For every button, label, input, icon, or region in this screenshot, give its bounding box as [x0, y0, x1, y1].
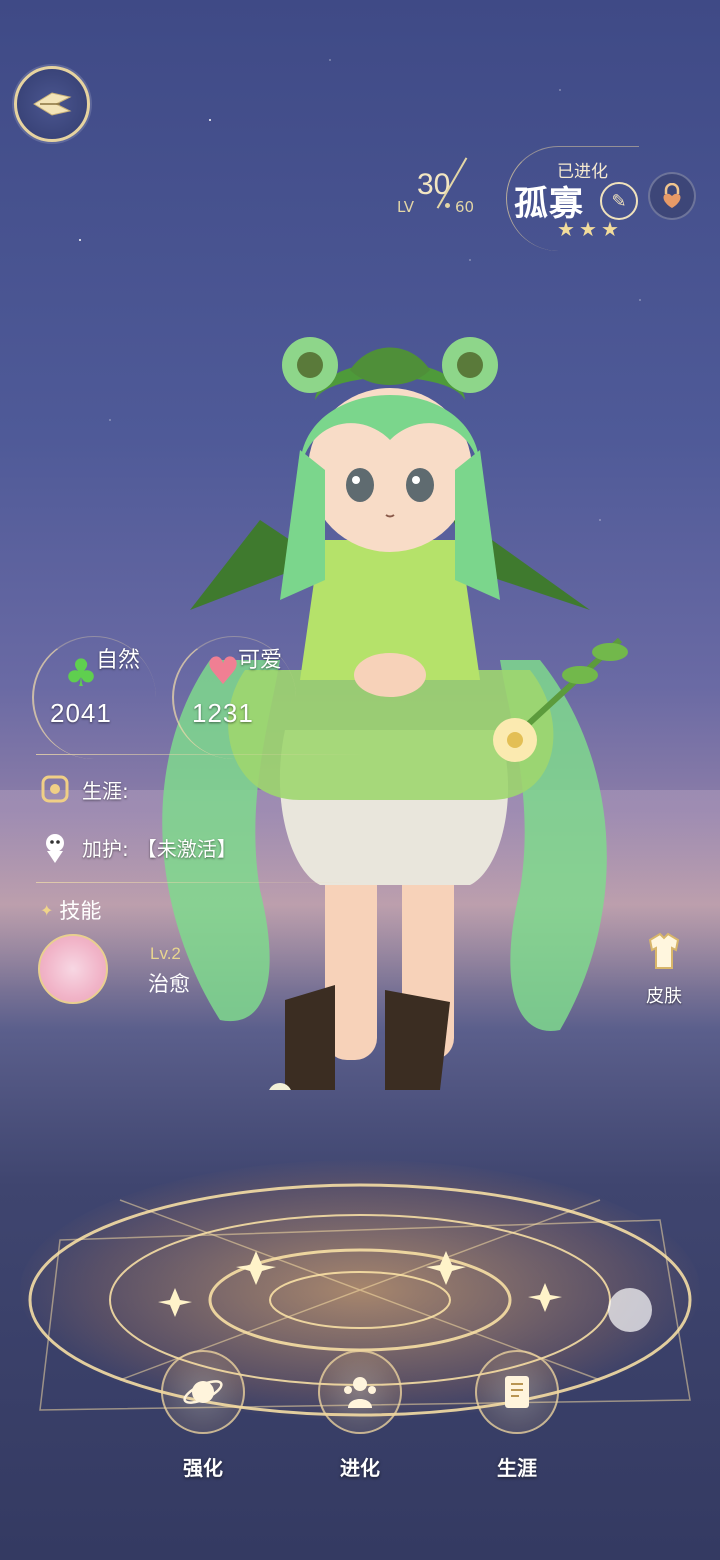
skill-name: 治愈 — [148, 972, 190, 996]
skin-button[interactable]: 皮肤 — [634, 930, 694, 1010]
evolve-button[interactable]: 进化 — [317, 1350, 403, 1481]
enhance-icon-frame — [161, 1350, 245, 1434]
career-icon-frame — [475, 1350, 559, 1434]
career-label: 生涯: — [82, 778, 129, 803]
planet-icon — [183, 1380, 223, 1404]
level-indicator: LV 30 60 — [395, 150, 505, 230]
blessing-row[interactable]: 加护: 【未激活】 — [36, 828, 237, 866]
star-icon: ★ — [601, 217, 619, 241]
level-value: 30 — [417, 168, 451, 201]
cute-stat-label: 可爱 — [238, 648, 283, 673]
enhance-label: 强化 — [183, 1456, 223, 1480]
skills-title-text: 技能 — [59, 899, 102, 923]
clover-icon: ♣ — [64, 651, 99, 695]
skills-section-title: ✦ 技能 — [40, 895, 101, 925]
evolve-icon-frame — [318, 1350, 402, 1434]
career-action-label: 生涯 — [497, 1456, 537, 1480]
career-icon — [36, 770, 74, 808]
evolve-icon — [344, 1377, 376, 1408]
heart-icon: ♥ — [206, 649, 241, 693]
skill-level: Lv.2 — [150, 944, 181, 963]
skill-heal-icon[interactable] — [38, 934, 108, 1004]
star-icon: ★ — [579, 217, 597, 241]
career-row[interactable]: 生涯: — [36, 770, 129, 808]
star-rating: ★ ★ ★ — [557, 217, 619, 241]
shirt-icon — [648, 932, 680, 969]
sparkle-icon: ✦ — [40, 900, 54, 920]
spirit-icon — [36, 828, 74, 866]
pencil-icon: ✎ — [611, 190, 627, 212]
info-divider — [36, 882, 366, 883]
level-max: 60 — [455, 198, 475, 216]
nature-stat-value: 2041 — [50, 698, 112, 728]
enhance-button[interactable]: 强化 — [160, 1350, 246, 1481]
lock-button[interactable] — [648, 172, 696, 220]
lock-icon — [663, 183, 681, 208]
blessing-value: 【未激活】 — [136, 836, 237, 861]
blessing-label: 加护: — [82, 836, 129, 861]
evolve-label: 进化 — [340, 1456, 380, 1480]
rename-button[interactable]: ✎ — [600, 182, 638, 220]
level-prefix: LV — [397, 198, 414, 216]
back-button[interactable] — [14, 66, 90, 142]
career-button[interactable]: 生涯 — [474, 1350, 560, 1481]
card-icon — [505, 1376, 529, 1408]
cute-stat-value: 1231 — [192, 698, 254, 728]
wing-back-icon — [33, 92, 72, 116]
skin-label: 皮肤 — [646, 986, 682, 1007]
nature-stat-label: 自然 — [96, 648, 141, 673]
stats-divider — [36, 754, 366, 755]
star-icon: ★ — [557, 217, 575, 241]
level-dot — [445, 203, 450, 208]
